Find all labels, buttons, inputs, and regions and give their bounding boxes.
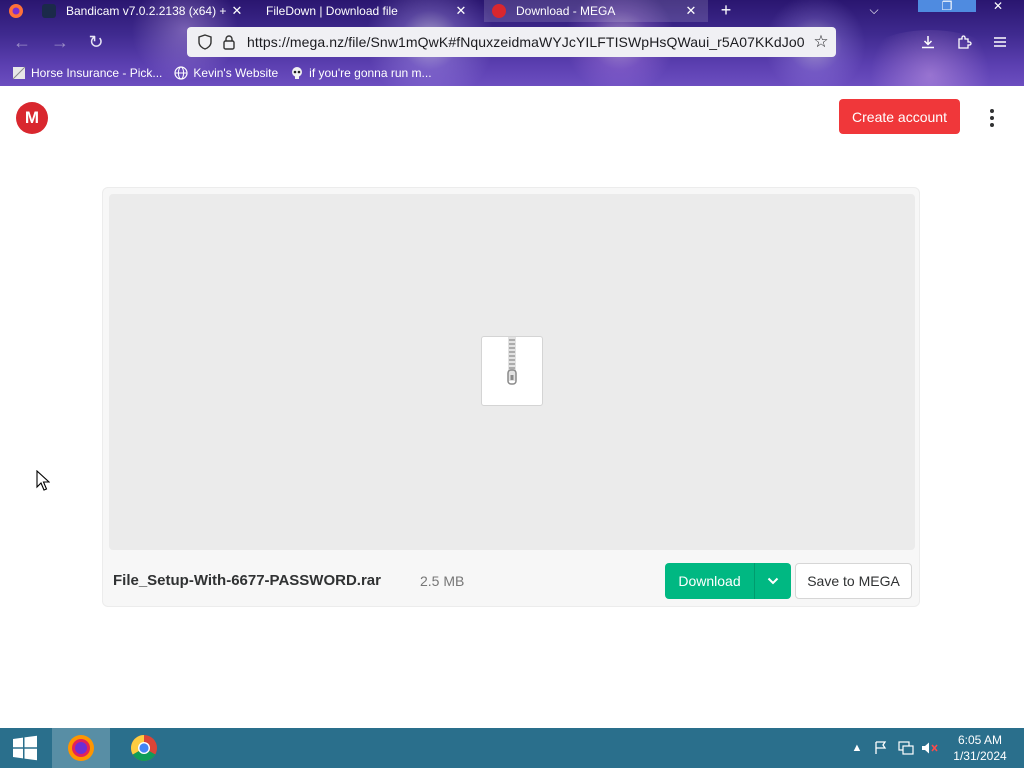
bookmarks-bar: Horse Insurance - Pick... Kevin's Websit… [0, 62, 1024, 84]
tab-title: Download - MEGA [516, 4, 616, 18]
navigation-bar: ← → ↻ https://mega.nz/file/Snw1mQwK#fNqu… [0, 24, 1024, 60]
bandicam-favicon-icon [42, 4, 56, 18]
mouse-cursor-icon [36, 470, 50, 491]
more-options-icon[interactable] [980, 106, 1004, 130]
back-arrow-icon[interactable]: ← [10, 30, 34, 54]
bookmark-if-youre-gonna[interactable]: if you're gonna run m... [290, 66, 432, 80]
download-icon[interactable] [916, 30, 940, 54]
windows-logo-icon [13, 735, 37, 761]
globe-icon [174, 66, 188, 80]
flag-icon[interactable] [872, 728, 890, 768]
taskbar-chrome[interactable] [116, 728, 172, 768]
close-icon[interactable]: ✕ [452, 3, 470, 19]
chevron-up-icon[interactable]: ▲ [850, 728, 864, 768]
bookmark-horse-insurance[interactable]: Horse Insurance - Pick... [12, 66, 162, 80]
chevron-down-icon[interactable] [754, 563, 791, 599]
windows-taskbar: ▲ 6:05 AM 1/31/2024 [0, 728, 1024, 768]
volume-muted-icon[interactable] [920, 728, 940, 768]
close-icon[interactable]: ✕ [228, 3, 246, 19]
file-name: File_Setup-With-6677-PASSWORD.rar [113, 572, 381, 589]
hamburger-menu-icon[interactable] [988, 30, 1012, 54]
page-icon [12, 66, 26, 80]
tab-bandicam[interactable]: Bandicam v7.0.2.2138 (x64) + Pa ✕ [34, 0, 254, 22]
address-bar[interactable]: https://mega.nz/file/Snw1mQwK#fNquxzeidm… [187, 27, 836, 57]
reload-icon[interactable]: ↻ [84, 30, 108, 54]
chrome-icon [130, 735, 157, 762]
chevron-down-icon[interactable]: ⌵ [864, 0, 884, 22]
shield-icon[interactable] [195, 32, 215, 52]
tab-firefox-menu[interactable] [0, 0, 32, 22]
firefox-icon [9, 4, 23, 18]
close-icon[interactable]: ✕ [682, 3, 700, 19]
clock-time: 6:05 AM [957, 733, 1003, 747]
tab-mega[interactable]: Download - MEGA ✕ [484, 0, 708, 22]
skull-icon [290, 66, 304, 80]
star-icon[interactable]: ☆ [810, 32, 832, 52]
tab-title: Bandicam v7.0.2.2138 (x64) + Pa [66, 4, 228, 18]
close-window-button[interactable]: ✕ [986, 0, 1010, 12]
url-text[interactable]: https://mega.nz/file/Snw1mQwK#fNquxzeidm… [247, 34, 810, 50]
file-card: File_Setup-With-6677-PASSWORD.rar 2.5 MB… [102, 187, 920, 607]
browser-chrome: Bandicam v7.0.2.2138 (x64) + Pa ✕ FileDo… [0, 0, 1024, 86]
bookmark-label: Kevin's Website [193, 66, 279, 80]
download-button-label[interactable]: Download [665, 563, 754, 599]
forward-arrow-icon[interactable]: → [48, 30, 72, 54]
tab-title: FileDown | Download file [266, 4, 398, 18]
create-account-button[interactable]: Create account [839, 99, 960, 134]
download-button[interactable]: Download [665, 563, 791, 599]
restore-window-button[interactable]: ❐ [918, 0, 976, 12]
file-preview-area [109, 194, 915, 550]
bookmark-kevins-website[interactable]: Kevin's Website [174, 66, 278, 80]
archive-file-icon [481, 336, 543, 406]
taskbar-firefox[interactable] [52, 728, 110, 768]
file-size: 2.5 MB [420, 573, 465, 589]
mega-favicon-icon [492, 4, 506, 18]
mega-logo[interactable]: M [16, 102, 48, 134]
clock-date: 1/31/2024 [953, 749, 1007, 763]
mega-download-page: M Create account File_Setup-With-6677-PA… [0, 86, 1024, 728]
network-icon[interactable] [896, 728, 916, 768]
tab-strip: Bandicam v7.0.2.2138 (x64) + Pa ✕ FileDo… [0, 0, 1024, 22]
new-tab-button[interactable]: + [716, 0, 736, 22]
lock-icon[interactable] [219, 32, 239, 52]
firefox-icon [68, 735, 94, 761]
bookmark-label: Horse Insurance - Pick... [31, 66, 163, 80]
save-to-mega-button[interactable]: Save to MEGA [795, 563, 912, 599]
system-clock[interactable]: 6:05 AM 1/31/2024 [944, 732, 1016, 764]
tab-filedown[interactable]: FileDown | Download file ✕ [258, 0, 478, 22]
bookmark-label: if you're gonna run m... [309, 66, 432, 80]
start-button[interactable] [4, 728, 46, 768]
extensions-icon[interactable] [952, 30, 976, 54]
